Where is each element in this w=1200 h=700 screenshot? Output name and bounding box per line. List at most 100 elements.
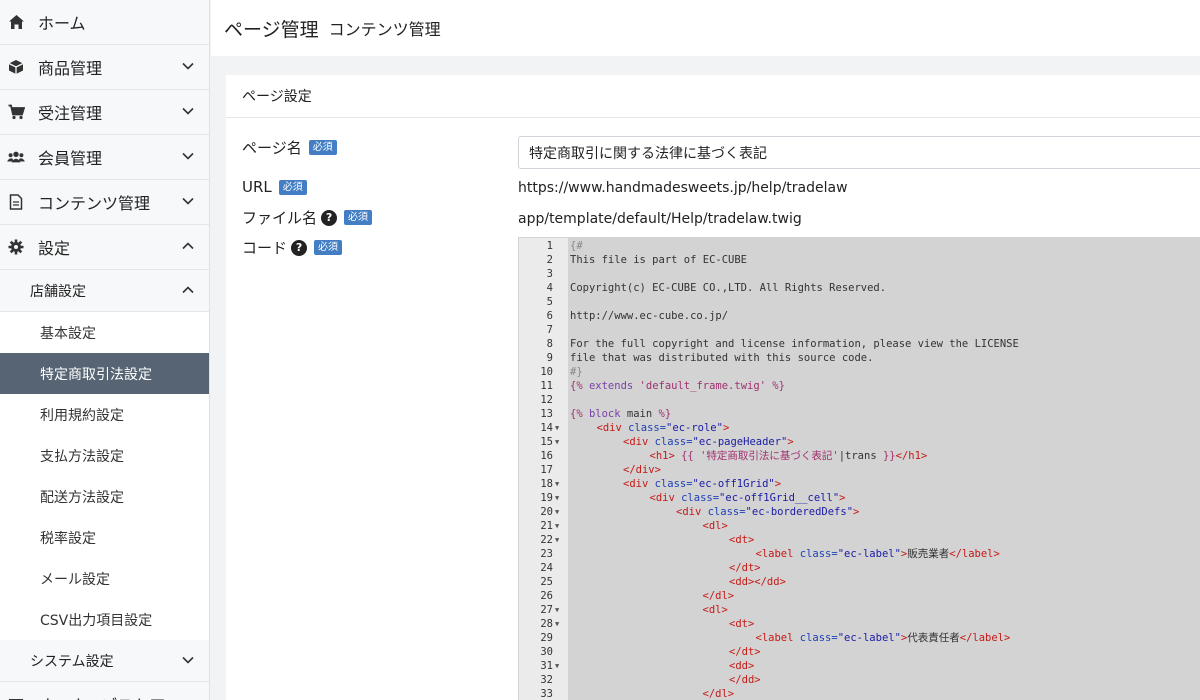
code-line[interactable]: 21 ▼ <dl>: [519, 519, 1200, 533]
code-line[interactable]: 11 {% extends 'default_frame.twig' %}: [519, 379, 1200, 393]
code-line[interactable]: 6 http://www.ec-cube.co.jp/: [519, 309, 1200, 323]
fold-toggle-icon[interactable]: ▼: [555, 477, 559, 491]
chevron-down-icon[interactable]: [181, 194, 195, 208]
code-label-row: コード ? 必須: [242, 237, 343, 258]
code-line[interactable]: 4 Copyright(c) EC-CUBE CO.,LTD. All Right…: [519, 281, 1200, 295]
code-line[interactable]: 5: [519, 295, 1200, 309]
code-line[interactable]: 18 ▼ <div class="ec-off1Grid">: [519, 477, 1200, 491]
line-number: 17: [540, 464, 553, 476]
code-text: </div>: [623, 464, 661, 476]
fold-toggle-icon[interactable]: ▼: [555, 491, 559, 505]
code-text: <div class="ec-off1Grid__cell">: [649, 492, 846, 504]
code-line[interactable]: 9 file that was distributed with this sou…: [519, 351, 1200, 365]
fold-toggle-icon[interactable]: ▼: [555, 519, 559, 533]
code-line[interactable]: 13 {% block main %}: [519, 407, 1200, 421]
sidebar-item-contents[interactable]: コンテンツ管理: [0, 180, 209, 225]
code-line[interactable]: 30 </dt>: [519, 645, 1200, 659]
code-text: <label class="ec-label">代表責任者</label>: [755, 632, 1011, 644]
code-line[interactable]: 14 ▼ <div class="ec-role">: [519, 421, 1200, 435]
url-label: URL: [242, 178, 272, 196]
code-line[interactable]: 1 {#: [519, 239, 1200, 253]
code-line[interactable]: 22 ▼ <dt>: [519, 533, 1200, 547]
code-line[interactable]: 20 ▼ <div class="ec-borderedDefs">: [519, 505, 1200, 519]
sidebar: ホーム 商品管理 受注管理 会員管理 コンテンツ管理 設定 店舗設定 基本設定 …: [0, 0, 210, 700]
fold-toggle-icon[interactable]: ▼: [555, 421, 559, 435]
line-number: 28: [540, 618, 553, 630]
sidebar-item-products[interactable]: 商品管理: [0, 45, 209, 90]
sidebar-leaf-payment-settings[interactable]: 支払方法設定: [0, 435, 209, 476]
code-line[interactable]: 12: [519, 393, 1200, 407]
chevron-down-icon[interactable]: [181, 59, 195, 73]
sidebar-subitem-label: システム設定: [30, 653, 114, 670]
fold-toggle-icon[interactable]: ▼: [555, 505, 559, 519]
line-number: 23: [540, 548, 553, 560]
code-text: <dl>: [702, 604, 728, 616]
fold-toggle-icon[interactable]: ▼: [555, 603, 559, 617]
sidebar-item-label: 会員管理: [38, 149, 103, 168]
sidebar-leaf-tax-settings[interactable]: 税率設定: [0, 517, 209, 558]
sidebar-item-members[interactable]: 会員管理: [0, 135, 209, 180]
code-editor[interactable]: 1 {# 2 This file is part of EC-CUBE 3 4 Copyri…: [518, 237, 1200, 700]
sidebar-subitem-system-settings[interactable]: システム設定: [0, 640, 209, 682]
sidebar-item-owners-store[interactable]: オーナーズストア: [0, 682, 209, 700]
sidebar-item-home[interactable]: ホーム: [0, 0, 209, 45]
fold-toggle-icon[interactable]: ▼: [555, 659, 559, 673]
code-line[interactable]: 29 <label class="ec-label">代表責任者</label>: [519, 631, 1200, 645]
code-line[interactable]: 16 <h1> {{ '特定商取引法に基づく表記'|trans }}</h1>: [519, 449, 1200, 463]
line-number: 15: [540, 436, 553, 448]
code-line[interactable]: 26 </dl>: [519, 589, 1200, 603]
sidebar-leaf-basic-settings[interactable]: 基本設定: [0, 312, 209, 353]
line-number: 9: [546, 352, 553, 364]
page-subtitle: コンテンツ管理: [328, 20, 441, 39]
line-number: 26: [540, 590, 553, 602]
code-line[interactable]: 23 <label class="ec-label">販売業者</label>: [519, 547, 1200, 561]
code-text: </dt>: [729, 646, 761, 658]
code-line[interactable]: 10 #}: [519, 365, 1200, 379]
sidebar-item-orders[interactable]: 受注管理: [0, 90, 209, 135]
sidebar-leaf-terms-settings[interactable]: 利用規約設定: [0, 394, 209, 435]
code-text: {% block main %}: [570, 408, 672, 420]
page-name-input[interactable]: [518, 136, 1200, 169]
code-line[interactable]: 15 ▼ <div class="ec-pageHeader">: [519, 435, 1200, 449]
line-number: 4: [546, 282, 553, 294]
code-line[interactable]: 25 <dd></dd>: [519, 575, 1200, 589]
code-line[interactable]: 8 For the full copyright and license info…: [519, 337, 1200, 351]
sidebar-leaf-tradelaw-settings[interactable]: 特定商取引法設定: [0, 353, 209, 394]
code-line[interactable]: 7: [519, 323, 1200, 337]
chevron-up-icon[interactable]: [181, 239, 195, 253]
code-line[interactable]: 19 ▼ <div class="ec-off1Grid__cell">: [519, 491, 1200, 505]
sidebar-subitem-shop-settings[interactable]: 店舗設定: [0, 270, 209, 312]
chevron-down-icon[interactable]: [181, 104, 195, 118]
code-text: <dd></dd>: [729, 576, 786, 588]
line-number: 1: [546, 240, 553, 252]
code-line[interactable]: 27 ▼ <dl>: [519, 603, 1200, 617]
help-icon[interactable]: ?: [321, 209, 338, 226]
help-icon[interactable]: ?: [291, 239, 308, 256]
line-number: 11: [540, 380, 553, 392]
code-line[interactable]: 2 This file is part of EC-CUBE: [519, 253, 1200, 267]
sidebar-item-label: 商品管理: [38, 59, 103, 78]
code-line[interactable]: 31 ▼ <dd>: [519, 659, 1200, 673]
file-name-value: app/template/default/Help/tradelaw.twig: [518, 211, 802, 227]
code-line[interactable]: 24 </dt>: [519, 561, 1200, 575]
fold-toggle-icon[interactable]: ▼: [555, 617, 559, 631]
code-line[interactable]: 28 ▼ <dt>: [519, 617, 1200, 631]
code-line[interactable]: 33 </dl>: [519, 687, 1200, 700]
sidebar-leaf-csv-settings[interactable]: CSV出力項目設定: [0, 599, 209, 640]
code-line[interactable]: 17 </div>: [519, 463, 1200, 477]
code-text: Copyright(c) EC-CUBE CO.,LTD. All Rights…: [570, 282, 887, 294]
gear-icon: [7, 238, 25, 256]
sidebar-item-settings[interactable]: 設定: [0, 225, 209, 270]
code-line[interactable]: 32 </dd>: [519, 673, 1200, 687]
chevron-down-icon[interactable]: [181, 653, 195, 667]
code-line[interactable]: 3: [519, 267, 1200, 281]
page-settings-card: ページ設定 ページ名 必須 URL 必須 https://www.handmad…: [226, 75, 1200, 700]
fold-toggle-icon[interactable]: ▼: [555, 435, 559, 449]
sidebar-leaf-delivery-settings[interactable]: 配送方法設定: [0, 476, 209, 517]
sidebar-item-label: ホーム: [38, 14, 86, 33]
chevron-down-icon[interactable]: [181, 149, 195, 163]
fold-toggle-icon[interactable]: ▼: [555, 533, 559, 547]
sidebar-leaf-mail-settings[interactable]: メール設定: [0, 558, 209, 599]
line-number: 29: [540, 632, 553, 644]
chevron-up-icon[interactable]: [181, 283, 195, 297]
